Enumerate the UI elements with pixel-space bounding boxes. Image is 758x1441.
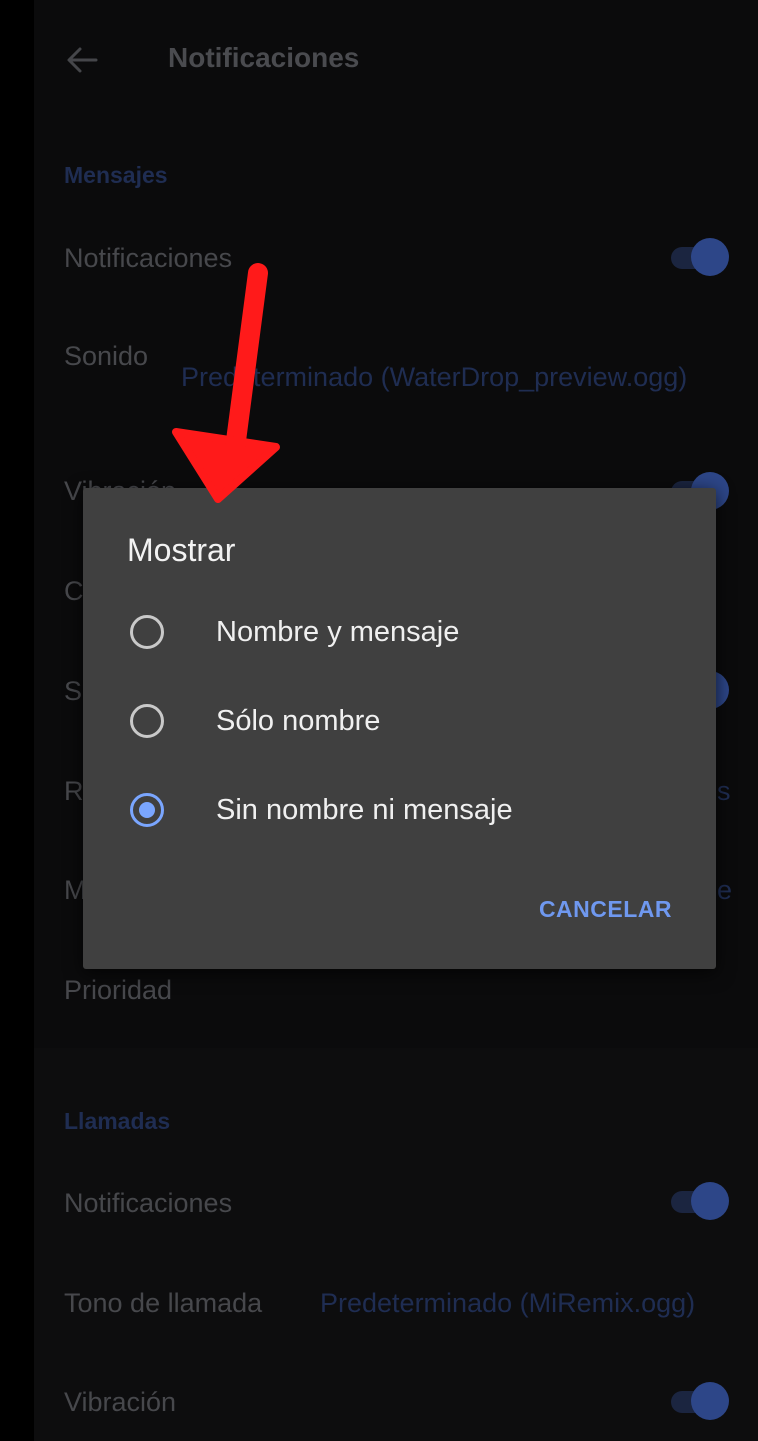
option-name-and-message[interactable]: Nombre y mensaje (113, 597, 693, 667)
option-no-name-no-message[interactable]: Sin nombre ni mensaje (113, 775, 693, 845)
messages-row-4-label: C (64, 576, 84, 606)
toggle-thumb (691, 1382, 729, 1420)
radio-unchecked-icon[interactable] (130, 704, 164, 738)
option-label: Sólo nombre (216, 704, 381, 737)
radio-checked-icon[interactable] (130, 793, 164, 827)
toggle-thumb (691, 1182, 729, 1220)
radio-unchecked-icon[interactable] (130, 615, 164, 649)
messages-row-7-value[interactable]: e (717, 875, 732, 906)
option-label: Nombre y mensaje (216, 615, 460, 648)
option-label: Sin nombre ni mensaje (216, 793, 513, 826)
section-header-calls: Llamadas (64, 1108, 171, 1134)
calls-ringtone-label: Tono de llamada (64, 1288, 263, 1318)
calls-vibration-label: Vibración (64, 1387, 177, 1417)
back-button[interactable] (60, 38, 104, 82)
messages-row-6-value[interactable]: s (717, 776, 731, 807)
calls-section-background (34, 1048, 758, 1441)
page-title: Notificaciones (168, 42, 360, 73)
option-name-only[interactable]: Sólo nombre (113, 686, 693, 756)
dialog-title: Mostrar (127, 532, 236, 568)
messages-row-6-label: R (64, 776, 84, 806)
calls-notifications-label: Notificaciones (64, 1188, 233, 1218)
messages-sound-value[interactable]: Predeterminado (WaterDrop_preview.ogg) (181, 362, 687, 393)
calls-vibration-toggle[interactable] (667, 1381, 729, 1421)
app-bar: Notificaciones (34, 0, 758, 120)
messages-notifications-toggle[interactable] (667, 237, 729, 277)
messages-priority-label[interactable]: Prioridad (64, 975, 172, 1006)
section-header-messages: Mensajes (64, 162, 168, 188)
display-options-dialog: Mostrar Nombre y mensaje Sólo nombre Sin… (83, 488, 716, 969)
calls-notifications-toggle[interactable] (667, 1181, 729, 1221)
messages-sound-label: Sonido (64, 341, 149, 371)
arrow-left-icon (67, 47, 98, 73)
messages-row-5-label: S (64, 676, 83, 706)
calls-ringtone-value[interactable]: Predeterminado (MiRemix.ogg) (320, 1288, 695, 1319)
toggle-thumb (691, 238, 729, 276)
messages-notifications-label: Notificaciones (64, 243, 233, 273)
cancel-button[interactable]: CANCELAR (539, 896, 672, 923)
